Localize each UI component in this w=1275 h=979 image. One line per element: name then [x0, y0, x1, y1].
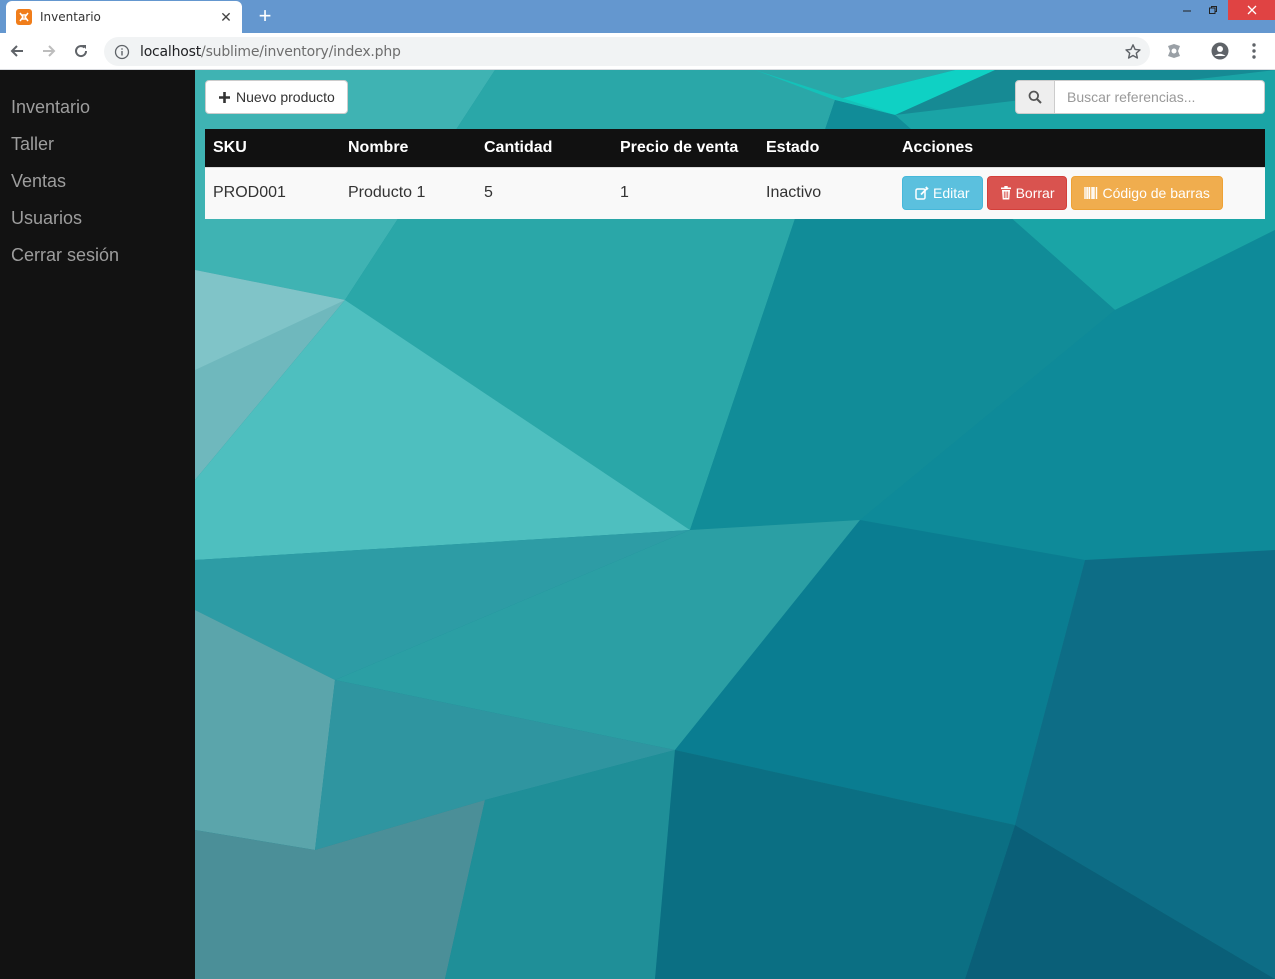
restore-icon — [1209, 6, 1217, 14]
extension-icon[interactable] — [1164, 41, 1184, 61]
cell-sku: PROD001 — [205, 166, 340, 219]
main-content: Nuevo producto SKU Nombre Cantidad Preci… — [195, 70, 1275, 979]
new-product-button[interactable]: Nuevo producto — [205, 80, 348, 114]
cell-precio: 1 — [612, 166, 758, 219]
window-minimize-button[interactable] — [1174, 0, 1200, 20]
barcode-button[interactable]: Código de barras — [1071, 176, 1223, 211]
search-icon — [1028, 90, 1042, 104]
reload-button[interactable] — [68, 38, 94, 64]
column-header-acciones: Acciones — [894, 129, 1265, 167]
search-button[interactable] — [1015, 80, 1055, 114]
cell-nombre: Producto 1 — [340, 166, 476, 219]
bookmark-star-icon[interactable] — [1124, 43, 1142, 61]
delete-label: Borrar — [1015, 185, 1055, 202]
new-product-label: Nuevo producto — [236, 89, 335, 105]
sidebar-item-usuarios[interactable]: Usuarios — [0, 207, 195, 244]
table-header-row: SKU Nombre Cantidad Precio de venta Esta… — [205, 129, 1265, 167]
back-button[interactable] — [4, 38, 30, 64]
menu-kebab-icon[interactable] — [1244, 41, 1264, 61]
browser-titlebar: Inventario ✕ + — [0, 0, 1275, 33]
close-icon — [1247, 5, 1256, 15]
arrow-left-icon — [10, 45, 23, 57]
column-header-sku: SKU — [205, 129, 340, 167]
tab-close-icon[interactable]: ✕ — [218, 9, 234, 25]
edit-icon — [915, 186, 929, 200]
minimize-icon — [1183, 10, 1191, 12]
inventory-table: SKU Nombre Cantidad Precio de venta Esta… — [205, 129, 1265, 219]
column-header-cantidad: Cantidad — [476, 129, 612, 167]
browser-tab[interactable]: Inventario ✕ — [6, 1, 242, 33]
info-icon[interactable] — [114, 44, 130, 60]
sidebar-item-taller[interactable]: Taller — [0, 133, 195, 170]
url-host: localhost — [140, 43, 202, 60]
edit-label: Editar — [933, 185, 970, 202]
cell-cantidad: 5 — [476, 166, 612, 219]
delete-button[interactable]: Borrar — [986, 176, 1068, 211]
sidebar-item-ventas[interactable]: Ventas — [0, 170, 195, 207]
search-group — [1015, 80, 1265, 114]
table-row: PROD001 Producto 1 5 1 Inactivo Editar B… — [205, 166, 1265, 219]
arrow-right-icon — [43, 45, 56, 57]
column-header-estado: Estado — [758, 129, 894, 167]
window-restore-button[interactable] — [1200, 0, 1226, 20]
address-bar[interactable]: localhost/sublime/inventory/index.php — [104, 37, 1150, 66]
new-tab-button[interactable]: + — [254, 5, 276, 28]
forward-button[interactable] — [36, 38, 62, 64]
trash-icon — [1000, 186, 1011, 200]
xampp-favicon-icon — [16, 9, 32, 25]
reload-icon — [75, 45, 88, 58]
barcode-icon — [1084, 187, 1098, 200]
url-path: /sublime/inventory/index.php — [201, 43, 401, 60]
barcode-label: Código de barras — [1102, 185, 1210, 202]
profile-avatar-icon[interactable] — [1210, 41, 1230, 61]
search-input[interactable] — [1055, 80, 1265, 114]
cell-estado: Inactivo — [758, 166, 894, 219]
edit-button[interactable]: Editar — [902, 176, 983, 211]
url-text: localhost/sublime/inventory/index.php — [140, 44, 401, 60]
column-header-precio: Precio de venta — [612, 129, 758, 167]
window-close-button[interactable] — [1228, 0, 1275, 20]
cell-acciones: Editar Borrar Código de barras — [894, 166, 1265, 219]
sidebar-item-inventario[interactable]: Inventario — [0, 96, 195, 133]
sidebar-item-cerrar-sesion[interactable]: Cerrar sesión — [0, 244, 195, 281]
plus-icon — [219, 91, 230, 103]
browser-toolbar: localhost/sublime/inventory/index.php — [0, 33, 1275, 70]
tab-title: Inventario — [40, 10, 101, 24]
page: Inventario Taller Ventas Usuarios Cerrar… — [0, 70, 1275, 979]
column-header-nombre: Nombre — [340, 129, 476, 167]
sidebar: Inventario Taller Ventas Usuarios Cerrar… — [0, 70, 195, 979]
